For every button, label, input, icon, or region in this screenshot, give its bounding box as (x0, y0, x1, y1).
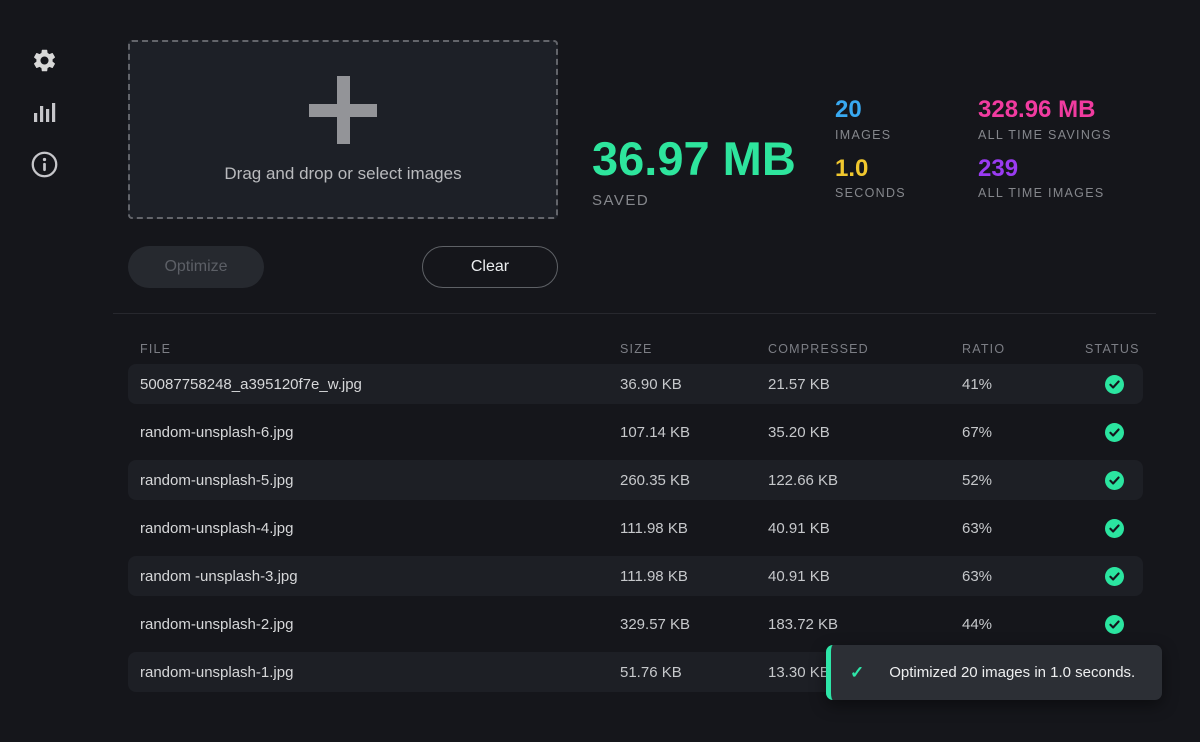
optimize-button[interactable]: Optimize (128, 246, 264, 288)
header-compressed: COMPRESSED (768, 342, 962, 356)
stat-all-time-savings: 328.96 MB ALL TIME SAVINGS (978, 96, 1112, 142)
cell-size: 107.14 KB (620, 424, 768, 441)
all-time-images-label: ALL TIME IMAGES (978, 186, 1112, 200)
plus-icon (309, 76, 377, 144)
check-icon: ✓ (850, 663, 864, 683)
table-body: 50087758248_a395120f7e_w.jpg 36.90 KB 21… (128, 364, 1143, 692)
stat-seconds: 1.0 SECONDS (835, 155, 906, 201)
info-icon (31, 151, 58, 178)
seconds-value: 1.0 (835, 155, 906, 183)
cell-size: 111.98 KB (620, 520, 768, 537)
stats-column-session: 20 IMAGES 1.0 SECONDS (835, 96, 906, 213)
check-circle-icon (1105, 423, 1124, 442)
gear-icon (31, 47, 58, 74)
dropzone-label: Drag and drop or select images (224, 164, 461, 184)
results-table: FILE SIZE COMPRESSED RATIO STATUS 500877… (128, 336, 1143, 692)
cell-compressed: 183.72 KB (768, 616, 962, 633)
table-row: random -unsplash-3.jpg 111.98 KB 40.91 K… (128, 556, 1143, 596)
table-row: 50087758248_a395120f7e_w.jpg 36.90 KB 21… (128, 364, 1143, 404)
saved-value: 36.97 MB (592, 134, 796, 183)
check-circle-icon (1105, 567, 1124, 586)
cell-ratio: 63% (962, 520, 1085, 537)
sidebar-item-about[interactable] (30, 150, 58, 178)
cell-file: 50087758248_a395120f7e_w.jpg (128, 376, 620, 393)
toast-message: Optimized 20 images in 1.0 seconds. (889, 664, 1135, 681)
toast-notification: ✓ Optimized 20 images in 1.0 seconds. (826, 645, 1162, 700)
table-row: random-unsplash-5.jpg 260.35 KB 122.66 K… (128, 460, 1143, 500)
bar-chart-icon (31, 99, 57, 125)
sidebar-item-stats[interactable] (30, 98, 58, 126)
cell-compressed: 40.91 KB (768, 568, 962, 585)
cell-file: random -unsplash-3.jpg (128, 568, 620, 585)
stat-saved: 36.97 MB SAVED (592, 134, 796, 209)
cell-ratio: 41% (962, 376, 1085, 393)
header-status: STATUS (1085, 342, 1143, 356)
cell-status (1085, 423, 1143, 442)
images-value: 20 (835, 96, 906, 124)
table-row: random-unsplash-4.jpg 111.98 KB 40.91 KB… (128, 508, 1143, 548)
header-size: SIZE (620, 342, 768, 356)
clear-button[interactable]: Clear (422, 246, 558, 288)
cell-ratio: 67% (962, 424, 1085, 441)
saved-label: SAVED (592, 192, 796, 209)
cell-size: 260.35 KB (620, 472, 768, 489)
cell-compressed: 40.91 KB (768, 520, 962, 537)
cell-status (1085, 519, 1143, 538)
cell-size: 36.90 KB (620, 376, 768, 393)
cell-size: 329.57 KB (620, 616, 768, 633)
cell-ratio: 44% (962, 616, 1085, 633)
check-circle-icon (1105, 615, 1124, 634)
cell-file: random-unsplash-6.jpg (128, 424, 620, 441)
images-label: IMAGES (835, 128, 906, 142)
cell-ratio: 52% (962, 472, 1085, 489)
cell-status (1085, 615, 1143, 634)
cell-compressed: 35.20 KB (768, 424, 962, 441)
cell-file: random-unsplash-5.jpg (128, 472, 620, 489)
cell-file: random-unsplash-4.jpg (128, 520, 620, 537)
all-time-savings-value: 328.96 MB (978, 96, 1112, 124)
all-time-images-value: 239 (978, 155, 1112, 183)
table-row: random-unsplash-6.jpg 107.14 KB 35.20 KB… (128, 412, 1143, 452)
stat-all-time-images: 239 ALL TIME IMAGES (978, 155, 1112, 201)
table-row: random-unsplash-2.jpg 329.57 KB 183.72 K… (128, 604, 1143, 644)
cell-compressed: 122.66 KB (768, 472, 962, 489)
cell-compressed: 21.57 KB (768, 376, 962, 393)
stat-images: 20 IMAGES (835, 96, 906, 142)
cell-size: 111.98 KB (620, 568, 768, 585)
stats-column-alltime: 328.96 MB ALL TIME SAVINGS 239 ALL TIME … (978, 96, 1112, 213)
header-file: FILE (128, 342, 620, 356)
seconds-label: SECONDS (835, 186, 906, 200)
check-circle-icon (1105, 519, 1124, 538)
divider (113, 313, 1156, 314)
cell-file: random-unsplash-2.jpg (128, 616, 620, 633)
dropzone[interactable]: Drag and drop or select images (128, 40, 558, 219)
header-ratio: RATIO (962, 342, 1085, 356)
cell-status (1085, 375, 1143, 394)
cell-status (1085, 471, 1143, 490)
all-time-savings-label: ALL TIME SAVINGS (978, 128, 1112, 142)
cell-ratio: 63% (962, 568, 1085, 585)
cell-status (1085, 567, 1143, 586)
sidebar-item-settings[interactable] (30, 46, 58, 74)
check-circle-icon (1105, 471, 1124, 490)
check-circle-icon (1105, 375, 1124, 394)
cell-file: random-unsplash-1.jpg (128, 664, 620, 681)
image-optimizer-app: Drag and drop or select images 36.97 MB … (0, 0, 1200, 742)
cell-size: 51.76 KB (620, 664, 768, 681)
table-header-row: FILE SIZE COMPRESSED RATIO STATUS (128, 336, 1143, 362)
